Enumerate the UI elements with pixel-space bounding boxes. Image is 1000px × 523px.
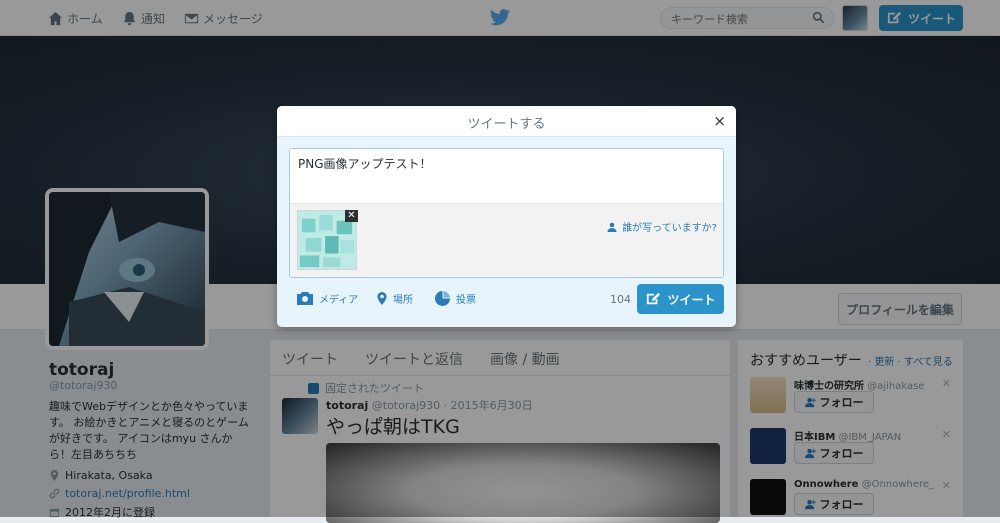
add-poll-button[interactable]: 投票 [435,291,476,306]
compose-icon [647,292,661,305]
dialog-title: ツイートする [467,117,546,132]
tag-people-link[interactable]: 誰が写っていますか? [607,219,717,234]
tag-people-label: 誰が写っていますか? [622,223,717,234]
location-pin-icon [377,292,387,305]
poll-icon [435,291,450,306]
close-icon[interactable]: × [713,112,726,130]
add-media-button[interactable]: メディア [297,291,358,306]
tweet-composer[interactable]: PNG画像アップテスト！ ✕ 誰が写っていますか? [289,148,724,278]
tweet-dialog: ツイートする × PNG画像アップテスト！ ✕ 誰が写っていますか? メディア … [277,106,736,327]
poll-label: 投票 [456,295,476,306]
attached-media-area: ✕ 誰が写っていますか? [290,203,723,277]
dialog-header: ツイートする × [277,106,736,137]
tweet-textarea[interactable]: PNG画像アップテスト！ [298,155,432,172]
person-icon [607,222,617,232]
add-location-button[interactable]: 場所 [377,291,413,306]
tweet-submit-label: ツイート [667,292,716,307]
character-counter: 104 [610,293,631,306]
media-label: メディア [319,295,359,306]
location-label: 場所 [393,295,413,306]
tweet-submit-button[interactable]: ツイート [637,284,724,314]
remove-image-button[interactable]: ✕ [345,210,358,222]
camera-icon [297,292,313,305]
